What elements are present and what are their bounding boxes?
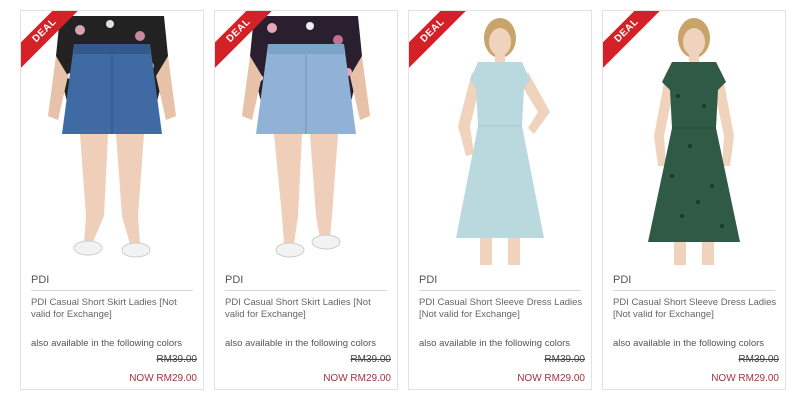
product-card[interactable]: DEAL PDI PDI Casual Short Sleeve Dress L…	[602, 10, 786, 390]
deal-badge: DEAL	[603, 11, 663, 71]
deal-label: DEAL	[409, 11, 469, 71]
product-card[interactable]: DEAL PDI PDI Casual Short Skirt Ladies […	[214, 10, 398, 390]
now-price: NOW RM29.00	[323, 373, 391, 384]
product-brand: PDI	[419, 274, 438, 286]
product-brand: PDI	[225, 274, 244, 286]
now-price: NOW RM29.00	[711, 373, 779, 384]
colors-note: also available in the following colors	[613, 338, 765, 349]
divider	[419, 290, 581, 291]
deal-badge: DEAL	[215, 11, 275, 71]
deal-badge: DEAL	[409, 11, 469, 71]
deal-label: DEAL	[21, 11, 81, 71]
product-name-link[interactable]: PDI Casual Short Sleeve Dress Ladies [No…	[613, 297, 777, 321]
product-name-link[interactable]: PDI Casual Short Skirt Ladies [Not valid…	[31, 297, 195, 321]
product-brand: PDI	[31, 274, 50, 286]
deal-label: DEAL	[603, 11, 663, 71]
colors-note: also available in the following colors	[225, 338, 377, 349]
colors-note: also available in the following colors	[31, 338, 183, 349]
product-brand: PDI	[613, 274, 632, 286]
divider	[613, 290, 775, 291]
product-grid: DEAL PDI PDI Casual Short Skirt Ladies […	[20, 10, 790, 394]
now-price: NOW RM29.00	[129, 373, 197, 384]
old-price: RM39.00	[350, 354, 391, 365]
old-price: RM39.00	[156, 354, 197, 365]
now-price: NOW RM29.00	[517, 373, 585, 384]
old-price: RM39.00	[738, 354, 779, 365]
product-card[interactable]: DEAL PDI PDI Casual Short Skirt Ladies […	[20, 10, 204, 390]
deal-badge: DEAL	[21, 11, 81, 71]
divider	[31, 290, 193, 291]
deal-label: DEAL	[215, 11, 275, 71]
product-name-link[interactable]: PDI Casual Short Skirt Ladies [Not valid…	[225, 297, 389, 321]
product-card[interactable]: DEAL PDI PDI Casual Short Sleeve Dress L…	[408, 10, 592, 390]
colors-note: also available in the following colors	[419, 338, 571, 349]
divider	[225, 290, 387, 291]
product-name-link[interactable]: PDI Casual Short Sleeve Dress Ladies [No…	[419, 297, 583, 321]
old-price: RM39.00	[544, 354, 585, 365]
